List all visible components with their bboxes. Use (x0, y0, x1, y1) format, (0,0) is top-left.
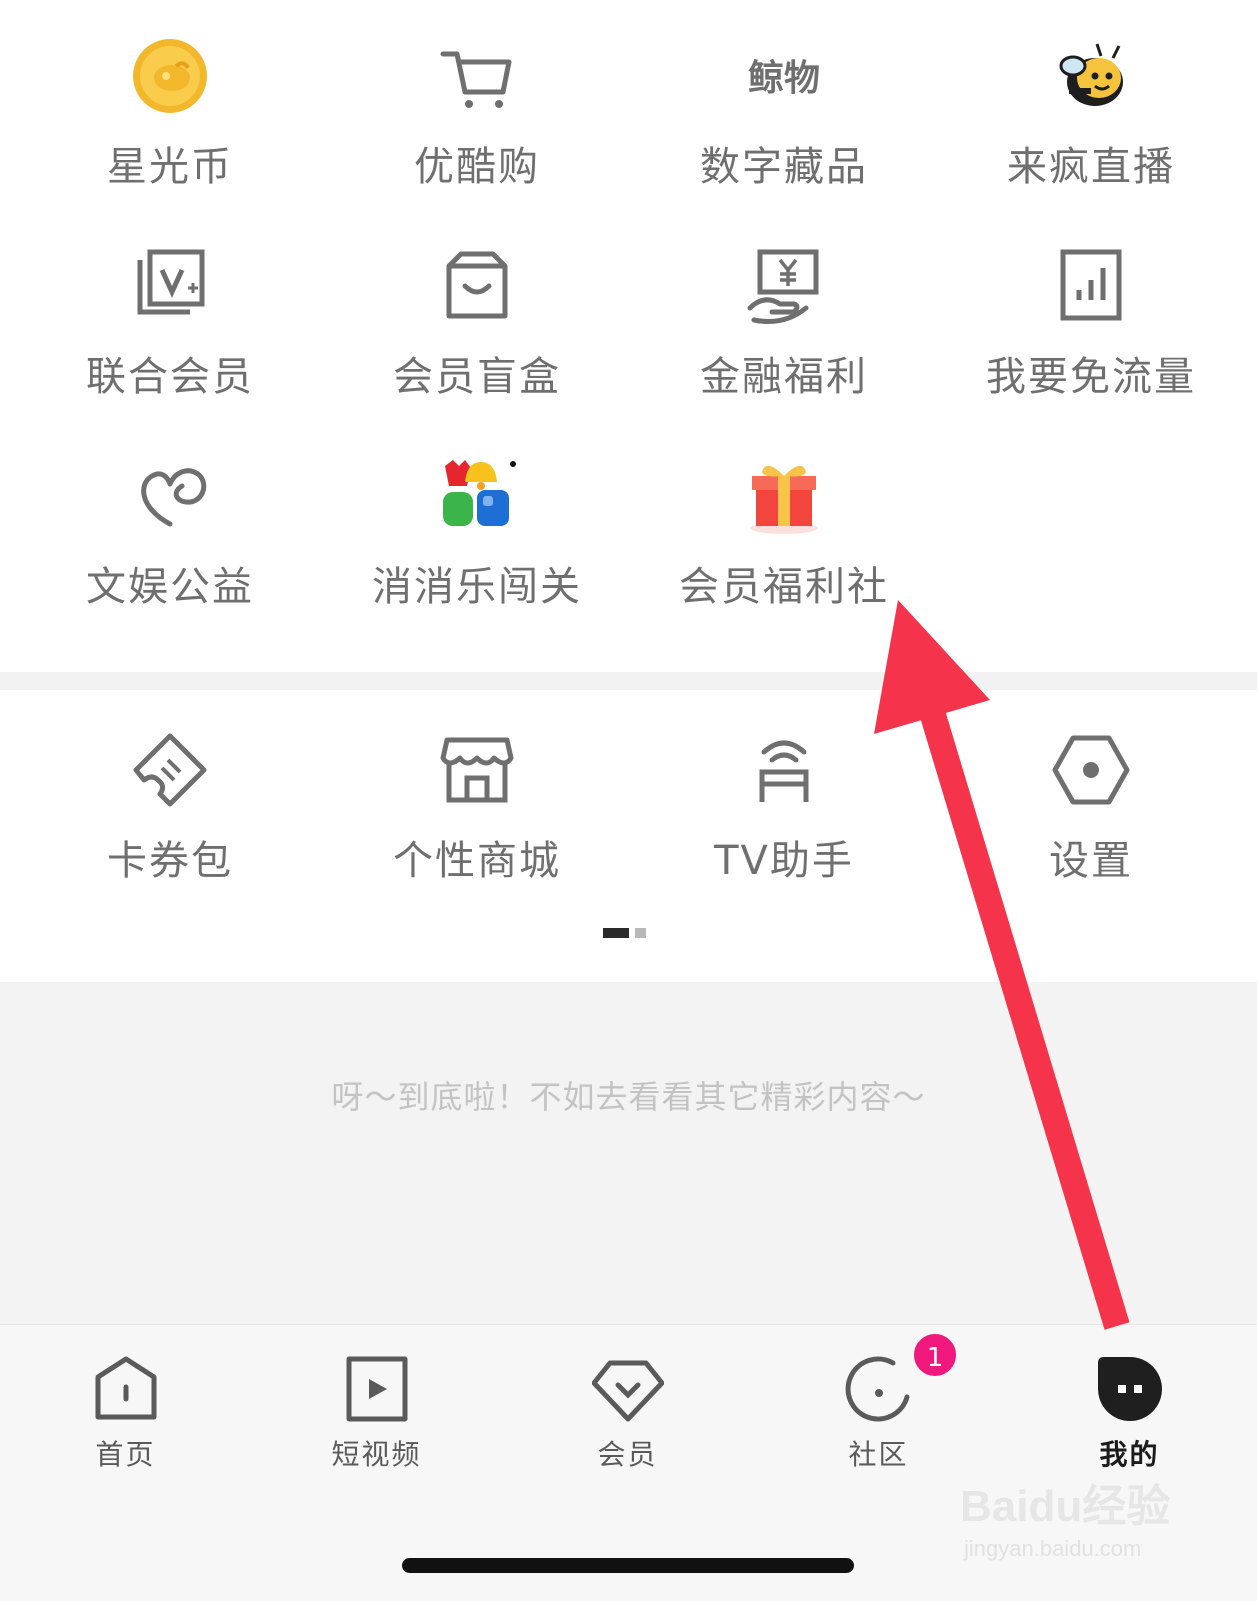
finance-icon (747, 249, 819, 324)
service-label: 文娱公益 (86, 564, 254, 610)
notification-badge: 1 (911, 1331, 959, 1379)
tool-label: 卡券包 (107, 838, 233, 884)
digital-collectible-icon: 鲸物 (748, 58, 820, 99)
tool-label: 个性商城 (393, 838, 561, 884)
service-match-game[interactable]: 消消乐闯关 (327, 420, 627, 620)
service-star-coin[interactable]: 星光币 (20, 0, 320, 200)
baidu-watermark: Baidu经验 jingyan.baidu.com (960, 1470, 1200, 1580)
blind-box-icon (446, 251, 508, 319)
tab-label: 我的 (1099, 1438, 1160, 1471)
profile-icon (1098, 1357, 1162, 1421)
end-of-list-text: 呀～到底啦！不如去看看其它精彩内容～ (331, 1078, 926, 1116)
tab-label: 会员 (597, 1438, 658, 1471)
home-indicator (402, 1558, 854, 1573)
service-charity[interactable]: 文娱公益 (20, 420, 320, 620)
short-video-icon (346, 1356, 408, 1422)
gift-box-icon (750, 465, 818, 534)
services-panel: 星光币 优酷购 鲸物 数字藏品 来疯直播 联合会员 会员盲盒 金融福利 我要免流… (0, 0, 1257, 672)
service-label: 金融福利 (700, 354, 868, 400)
tool-theme-store[interactable]: 个性商城 (327, 690, 627, 884)
service-label: 会员福利社 (679, 564, 889, 610)
service-label: 优酷购 (414, 144, 540, 190)
store-icon (440, 737, 514, 803)
joint-vip-icon (137, 249, 205, 315)
settings-hex-icon (1052, 735, 1130, 805)
tab-vip[interactable]: 会员 (502, 1325, 753, 1485)
service-label: 我要免流量 (986, 354, 1196, 400)
service-joint-vip[interactable]: 联合会员 (20, 210, 320, 410)
ticket-icon (133, 733, 207, 807)
home-icon (95, 1356, 157, 1420)
tab-label: 首页 (95, 1438, 156, 1471)
service-label: 来疯直播 (1007, 144, 1175, 190)
tab-label: 短视频 (331, 1438, 422, 1471)
page-dot-active (603, 928, 629, 938)
tv-cast-icon (759, 740, 809, 802)
tab-mine[interactable]: 我的 (1004, 1325, 1255, 1485)
tab-home[interactable]: 首页 (0, 1325, 251, 1485)
svg-text:鲸物: 鲸物 (748, 58, 820, 99)
service-label: 星光币 (107, 144, 233, 190)
service-digital-collectibles[interactable]: 鲸物 数字藏品 (634, 0, 934, 200)
service-label: 会员盲盒 (393, 354, 561, 400)
shopping-cart-icon (440, 51, 512, 108)
end-of-list-area: 呀～到底啦！不如去看看其它精彩内容～ (0, 982, 1257, 1324)
community-icon (845, 1356, 910, 1422)
service-member-welfare[interactable]: 会员福利社 (634, 420, 934, 620)
page-indicator (603, 928, 651, 938)
service-blind-box[interactable]: 会员盲盒 (327, 210, 627, 410)
vip-diamond-icon (592, 1360, 664, 1422)
free-data-icon (1060, 249, 1122, 321)
page-dot (635, 928, 646, 938)
bee-live-icon (1059, 43, 1123, 106)
tool-coupon-wallet[interactable]: 卡券包 (20, 690, 320, 884)
service-free-data[interactable]: 我要免流量 (941, 210, 1241, 410)
section-divider (0, 672, 1257, 690)
charity-heart-icon (141, 468, 207, 527)
service-youku-shopping[interactable]: 优酷购 (327, 0, 627, 200)
watermark-main: Baidu经验 (960, 1482, 1171, 1531)
star-coin-icon (133, 39, 207, 113)
tool-settings[interactable]: 设置 (941, 690, 1241, 884)
tool-tv-assistant[interactable]: TV助手 (634, 690, 934, 884)
tool-label: TV助手 (714, 838, 854, 884)
tab-label: 社区 (848, 1438, 909, 1471)
tab-short-video[interactable]: 短视频 (251, 1325, 502, 1485)
tool-label: 设置 (1049, 838, 1133, 884)
match-game-icon (443, 460, 516, 526)
service-laifeng-live[interactable]: 来疯直播 (941, 0, 1241, 200)
service-label: 消消乐闯关 (372, 564, 582, 610)
tools-panel: 卡券包 个性商城 TV助手 设置 (0, 690, 1257, 982)
tab-community[interactable]: 1 社区 (753, 1325, 1004, 1485)
service-label: 联合会员 (86, 354, 254, 400)
service-finance[interactable]: 金融福利 (634, 210, 934, 410)
watermark-sub: jingyan.baidu.com (964, 1536, 1142, 1561)
service-label: 数字藏品 (700, 144, 868, 190)
